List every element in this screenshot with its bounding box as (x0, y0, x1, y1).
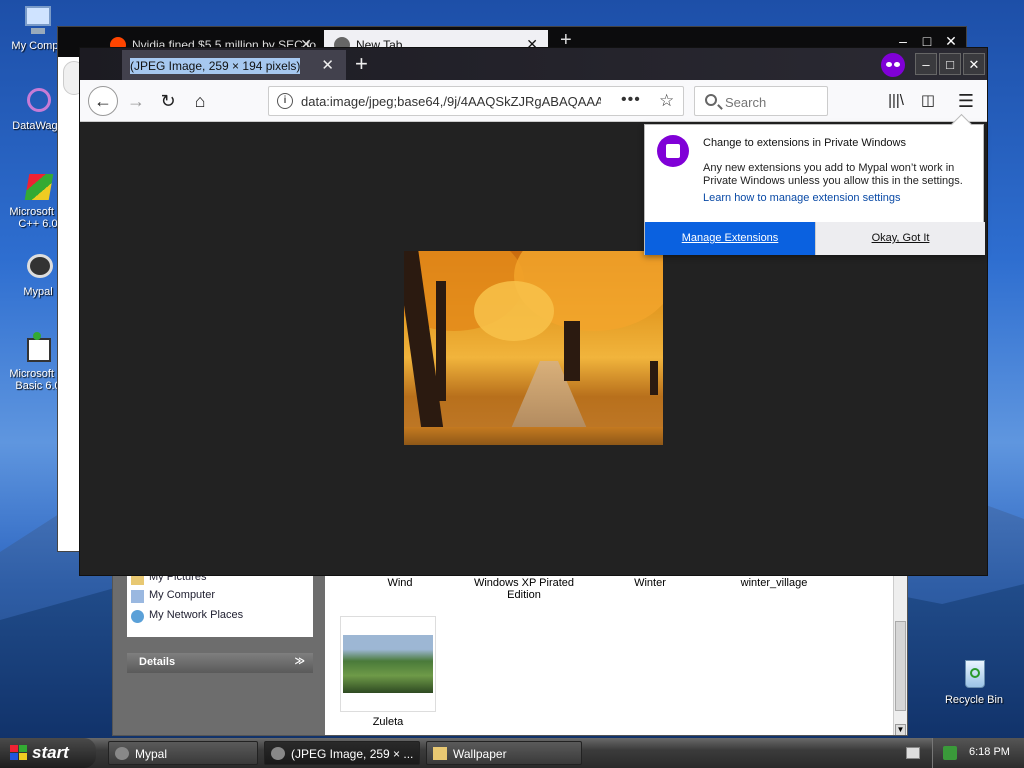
visual-basic-icon (21, 332, 55, 366)
reload-button[interactable]: ↻ (154, 87, 182, 115)
network-icon (131, 610, 144, 623)
tree-trunk (436, 281, 446, 401)
manage-extensions-button[interactable]: Manage Extensions (645, 222, 815, 255)
okay-got-it-button[interactable]: Okay, Got It (815, 222, 985, 255)
minimize-icon[interactable]: – (915, 53, 937, 75)
thumbnail-label-winter-village[interactable]: winter_village (719, 577, 829, 589)
learn-more-link[interactable]: Learn how to manage extension settings (703, 192, 901, 204)
task-label: Mypal (135, 747, 168, 761)
task-jpeg-image[interactable]: (JPEG Image, 259 × ... (264, 741, 420, 765)
explorer-task-pane: My Pictures My Computer My Network Place… (113, 561, 325, 735)
popup-title: Change to extensions in Private Windows (703, 137, 906, 149)
tree-trunk (564, 321, 580, 381)
scrollbar-thumb[interactable] (895, 621, 906, 711)
computer-icon (131, 590, 144, 603)
mypal-icon (21, 250, 55, 284)
new-tab-button[interactable]: + (355, 51, 368, 77)
ground-leaves (404, 427, 663, 445)
sidebar-icon[interactable]: ◫ (914, 87, 942, 115)
system-tray: 6:18 PM (932, 738, 1024, 768)
close-window-icon[interactable]: ✕ (963, 53, 985, 75)
scroll-down-icon[interactable]: ▼ (895, 724, 906, 735)
extensions-private-windows-popup: Change to extensions in Private Windows … (644, 124, 985, 255)
search-input[interactable] (725, 93, 821, 111)
datawagon-icon (21, 84, 55, 118)
mypal-icon (115, 747, 129, 760)
home-button[interactable]: ⌂ (186, 87, 214, 115)
desktop-icon-label: Recycle Bin (944, 694, 1004, 706)
tab-strip: (JPEG Image, 259 × 194 pixels) ✕ + – □ ✕ (80, 48, 987, 80)
page-actions-icon[interactable]: ••• (621, 91, 641, 109)
details-label: Details (139, 656, 176, 668)
visual-cpp-icon (21, 170, 55, 204)
thumbnail-label-wind[interactable]: Wind (345, 577, 455, 589)
navigation-toolbar: ← → ↻ ⌂ i data:image/jpeg;base64,/9j/4AA… (80, 80, 987, 122)
chevron-down-icon: ≫ (294, 656, 305, 667)
popup-body: Any new extensions you add to Mypal won’… (703, 162, 963, 187)
thumbnail-zuleta[interactable] (340, 616, 436, 712)
keyboard-icon[interactable] (906, 747, 920, 759)
recycle-bin-icon (957, 658, 991, 692)
details-panel-header[interactable]: Details ≫ (127, 653, 313, 673)
thumbnail-label-zuleta[interactable]: Zuleta (333, 716, 443, 728)
bookmark-star-icon[interactable]: ☆ (659, 91, 674, 111)
link-label: My Computer (149, 589, 216, 601)
private-browsing-icon (881, 53, 905, 77)
link-my-network-places[interactable]: My Network Places (131, 609, 244, 623)
close-tab-icon[interactable]: ✕ (321, 56, 334, 74)
explorer-scrollbar[interactable]: ▼ (893, 561, 907, 735)
taskbar: start Mypal (JPEG Image, 259 × ... Wallp… (0, 738, 1024, 768)
explorer-file-view: Wind Windows XP Pirated Edition Winter w… (325, 561, 895, 735)
clock[interactable]: 6:18 PM (969, 746, 1010, 758)
back-button[interactable]: ← (88, 86, 118, 116)
maximize-icon[interactable]: □ (939, 53, 961, 75)
windows-flag-icon (10, 745, 28, 761)
start-button[interactable]: start (0, 738, 96, 768)
search-box[interactable] (694, 86, 828, 116)
url-text[interactable]: data:image/jpeg;base64,/9j/4AAQSkZJRgABA… (301, 94, 601, 110)
url-bar[interactable]: i data:image/jpeg;base64,/9j/4AAQSkZJRgA… (268, 86, 684, 116)
mypal-icon (271, 747, 285, 760)
search-icon (705, 94, 717, 106)
zuleta-image (343, 635, 433, 693)
jpeg-image[interactable] (404, 251, 663, 445)
browser-window-private: (JPEG Image, 259 × 194 pixels) ✕ + – □ ✕… (79, 47, 988, 576)
link-my-computer[interactable]: My Computer (131, 589, 216, 603)
task-wallpaper[interactable]: Wallpaper (426, 741, 582, 765)
menu-icon[interactable]: ☰ (952, 87, 980, 115)
info-icon[interactable]: i (277, 93, 293, 109)
tab-title: (JPEG Image, 259 × 194 pixels) (130, 58, 301, 74)
library-icon[interactable]: |||\ (882, 87, 910, 115)
task-label: (JPEG Image, 259 × ... (291, 747, 414, 761)
computer-icon (21, 4, 55, 38)
foliage (474, 281, 554, 341)
start-label: start (32, 743, 69, 762)
fence (650, 361, 658, 395)
folder-icon (433, 747, 447, 760)
desktop-icon-recycle-bin[interactable]: Recycle Bin (936, 658, 1012, 706)
link-label: My Network Places (149, 609, 244, 621)
thumbnail-label-windows-xp[interactable]: Windows XP Pirated Edition (469, 577, 579, 601)
tab-jpeg-image[interactable]: (JPEG Image, 259 × 194 pixels) ✕ (122, 50, 346, 80)
task-label: Wallpaper (453, 747, 507, 761)
puzzle-piece-icon (657, 135, 689, 167)
forward-button[interactable]: → (122, 87, 150, 115)
thumbnail-label-winter[interactable]: Winter (595, 577, 705, 589)
task-mypal[interactable]: Mypal (108, 741, 258, 765)
explorer-window: My Pictures My Computer My Network Place… (112, 560, 908, 736)
network-tray-icon[interactable] (943, 746, 957, 760)
